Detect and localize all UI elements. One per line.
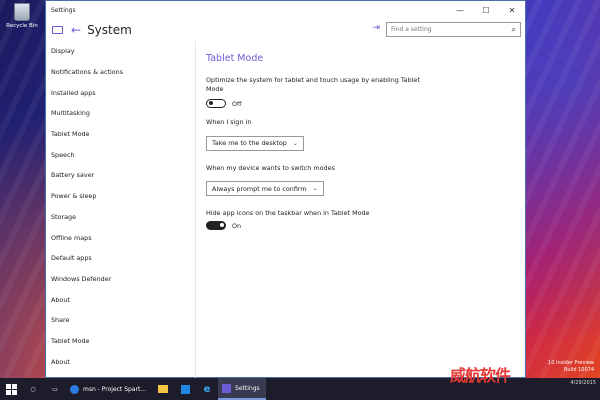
- sidebar-item-share[interactable]: Share: [46, 310, 195, 331]
- sidebar-item-about-2[interactable]: About: [46, 351, 195, 372]
- start-button[interactable]: [0, 378, 22, 400]
- tablet-mode-toggle[interactable]: [206, 99, 226, 108]
- sidebar-item-speech[interactable]: Speech: [46, 144, 195, 165]
- build-watermark: 10 Insider Preview Build 10074: [548, 360, 594, 374]
- edge-button[interactable]: e: [196, 378, 218, 400]
- hide-icons-label: Hide app icons on the taskbar when in Ta…: [206, 209, 370, 217]
- site-watermark-logo: 威航软件: [450, 366, 511, 385]
- circle-icon: ○: [30, 385, 36, 393]
- tablet-mode-description: Optimize the system for tablet and touch…: [206, 76, 420, 93]
- chevron-down-icon: ⌄: [312, 185, 318, 192]
- sidebar: Display Notifications & actions Installe…: [46, 41, 196, 378]
- recycle-bin[interactable]: Recycle Bin: [2, 3, 42, 29]
- task-view-icon: ▭: [52, 385, 58, 393]
- sidebar-item-default-apps[interactable]: Default apps: [46, 248, 195, 269]
- tablet-mode-panel: Tablet Mode Optimize the system for tabl…: [206, 53, 521, 240]
- store-icon: [180, 384, 190, 394]
- minimize-button[interactable]: —: [447, 1, 473, 19]
- folder-icon: [158, 385, 169, 393]
- sidebar-item-notifications[interactable]: Notifications & actions: [46, 62, 195, 83]
- sidebar-item-offline-maps[interactable]: Offline maps: [46, 227, 195, 248]
- hide-icons-toggle-row: On: [206, 221, 521, 230]
- tray-date: 4/29/2015: [570, 380, 596, 386]
- signin-dropdown[interactable]: Take me to the desktop ⌄: [206, 135, 304, 151]
- settings-window: Settings — ☐ ✕ ← System ⇥ Find a setting…: [45, 0, 526, 378]
- preview-line2: Build 10074: [563, 367, 594, 373]
- file-explorer-button[interactable]: [152, 378, 174, 400]
- task-view-button[interactable]: ▭: [44, 378, 66, 400]
- switch-modes-dropdown[interactable]: Always prompt me to confirm ⌄: [206, 181, 324, 196]
- edge-icon: e: [203, 383, 211, 395]
- hide-icons-toggle-state: On: [232, 221, 242, 230]
- sidebar-item-about[interactable]: About: [46, 289, 195, 310]
- sidebar-item-display[interactable]: Display: [46, 41, 195, 62]
- sidebar-item-battery-saver[interactable]: Battery saver: [46, 165, 195, 186]
- sidebar-item-tablet-mode[interactable]: Tablet Mode: [46, 124, 195, 145]
- search-input[interactable]: Find a setting ⌕: [386, 22, 521, 37]
- hide-icons-toggle[interactable]: [206, 221, 226, 230]
- maximize-button[interactable]: ☐: [473, 1, 499, 19]
- window-title: Settings: [51, 6, 76, 14]
- sidebar-item-power-sleep[interactable]: Power & sleep: [46, 186, 195, 207]
- chevron-down-icon: ⌄: [292, 139, 298, 147]
- windows-logo-icon: [5, 383, 17, 395]
- cortana-search-button[interactable]: ○: [22, 378, 44, 400]
- switch-modes-dropdown-value: Always prompt me to confirm: [212, 184, 307, 193]
- sidebar-item-tablet-mode-2[interactable]: Tablet Mode: [46, 331, 195, 352]
- sidebar-item-storage[interactable]: Storage: [46, 207, 195, 228]
- taskbar-app-browser-label: msn - Project Spart...: [83, 385, 147, 393]
- back-arrow-icon[interactable]: ←: [71, 23, 81, 37]
- sidebar-item-multitasking[interactable]: Multitasking: [46, 103, 195, 124]
- taskbar-app-browser[interactable]: msn - Project Spart...: [66, 378, 152, 400]
- browser-icon: [70, 384, 79, 394]
- pin-icon[interactable]: ⇥: [372, 23, 380, 33]
- system-tray[interactable]: 4/29/2015: [570, 380, 596, 387]
- signin-dropdown-value: Take me to the desktop: [212, 139, 287, 147]
- store-button[interactable]: [174, 378, 196, 400]
- preview-line1: 10 Insider Preview: [548, 360, 594, 366]
- title-bar: Settings — ☐ ✕: [46, 1, 525, 19]
- signin-label: When I sign in: [206, 118, 252, 126]
- tablet-mode-toggle-row: Off: [206, 99, 521, 108]
- search-icon[interactable]: ⌕: [512, 25, 516, 35]
- tablet-mode-toggle-state: Off: [232, 99, 242, 108]
- recycle-bin-label: Recycle Bin: [6, 23, 38, 29]
- sidebar-item-windows-defender[interactable]: Windows Defender: [46, 269, 195, 290]
- recycle-bin-icon: [14, 3, 30, 21]
- close-button[interactable]: ✕: [499, 1, 525, 19]
- section-heading: Tablet Mode: [206, 53, 264, 64]
- page-title: System: [87, 23, 132, 37]
- taskbar-app-settings[interactable]: Settings: [218, 378, 266, 400]
- taskbar-app-settings-label: Settings: [235, 384, 260, 392]
- system-laptop-icon: [52, 26, 63, 34]
- search-placeholder: Find a setting: [391, 26, 432, 33]
- settings-gear-icon: [222, 383, 232, 393]
- switch-modes-label: When my device wants to switch modes: [206, 163, 335, 172]
- sidebar-item-installed-apps[interactable]: Installed apps: [46, 82, 195, 103]
- settings-header: ← System ⇥ Find a setting ⌕: [46, 19, 525, 41]
